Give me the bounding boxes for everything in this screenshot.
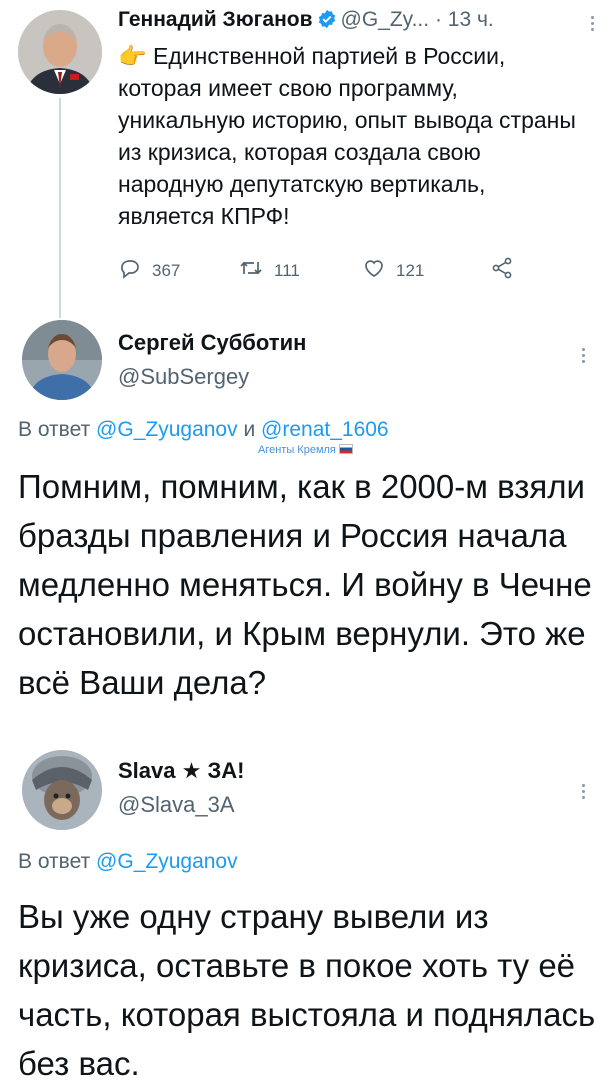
like-icon bbox=[362, 256, 386, 285]
watermark-text: Агенты Кремля bbox=[258, 444, 336, 456]
reply-count: 367 bbox=[152, 260, 181, 280]
tweet-subbotin[interactable]: Сергей Субботин @SubSergey В ответ @G_Zy… bbox=[0, 310, 615, 740]
tweet-text-content: Единственной партией в России, которая и… bbox=[118, 43, 576, 229]
author-name[interactable]: Геннадий Зюганов bbox=[118, 8, 313, 31]
thread-line bbox=[59, 98, 61, 318]
like-button[interactable]: 121 bbox=[362, 256, 424, 285]
retweet-button[interactable]: 111 bbox=[238, 256, 300, 285]
more-icon[interactable] bbox=[589, 16, 595, 31]
tweet-zyuganov[interactable]: Геннадий Зюганов @G_Zy... · 13 ч. 👉 Единс… bbox=[0, 0, 615, 318]
pointing-hand-emoji: 👉 bbox=[118, 43, 147, 69]
more-icon[interactable] bbox=[580, 784, 586, 799]
author-name[interactable]: Slava ★ ЗА! bbox=[118, 758, 244, 784]
tweet-actions: 367 111 121 bbox=[118, 256, 538, 286]
avatar-slava[interactable] bbox=[22, 750, 102, 830]
reply-prefix: В ответ bbox=[18, 850, 91, 873]
reply-mention[interactable]: @renat_1606 bbox=[261, 418, 389, 441]
author-handle[interactable]: @Slava_3A bbox=[118, 792, 235, 818]
reply-context: В ответ @G_Zyuganov bbox=[18, 850, 238, 874]
reply-and: и bbox=[243, 418, 256, 441]
tweet-text: 👉 Единственной партией в России, которая… bbox=[118, 40, 578, 232]
reply-mention[interactable]: @G_Zyuganov bbox=[96, 850, 238, 873]
author-name[interactable]: Сергей Субботин bbox=[118, 330, 306, 356]
reply-context: В ответ @G_Zyuganov и @renat_1606 bbox=[18, 418, 389, 442]
more-icon[interactable] bbox=[580, 348, 586, 363]
tweet-time[interactable]: 13 ч. bbox=[448, 8, 494, 31]
tweet-slava[interactable]: Slava ★ ЗА! @Slava_3A В ответ @G_Zyugano… bbox=[0, 740, 615, 1082]
watermark: Агенты Кремля bbox=[258, 444, 353, 456]
share-button[interactable] bbox=[490, 256, 514, 285]
retweet-icon bbox=[238, 256, 264, 285]
avatar-subbotin[interactable] bbox=[22, 320, 102, 400]
retweet-count: 111 bbox=[274, 260, 300, 280]
reply-mention[interactable]: @G_Zyuganov bbox=[96, 418, 238, 441]
like-count: 121 bbox=[396, 260, 425, 280]
reply-button[interactable]: 367 bbox=[118, 256, 180, 285]
reply-prefix: В ответ bbox=[18, 418, 91, 441]
tweet-text: Вы уже одну страну вывели из кризиса, ос… bbox=[18, 898, 596, 1082]
tweet-header: Геннадий Зюганов @G_Zy... · 13 ч. bbox=[118, 8, 494, 35]
separator-dot: · bbox=[434, 8, 442, 31]
tweet-text: Помним, помним, как в 2000-м взяли бразд… bbox=[18, 468, 592, 701]
author-handle[interactable]: @G_Zy... bbox=[341, 8, 430, 31]
reply-icon bbox=[118, 256, 142, 285]
russia-flag-icon bbox=[338, 444, 353, 454]
author-handle[interactable]: @SubSergey bbox=[118, 364, 249, 390]
avatar-zyuganov[interactable] bbox=[18, 10, 102, 94]
share-icon bbox=[490, 256, 514, 285]
verified-icon bbox=[317, 9, 337, 35]
